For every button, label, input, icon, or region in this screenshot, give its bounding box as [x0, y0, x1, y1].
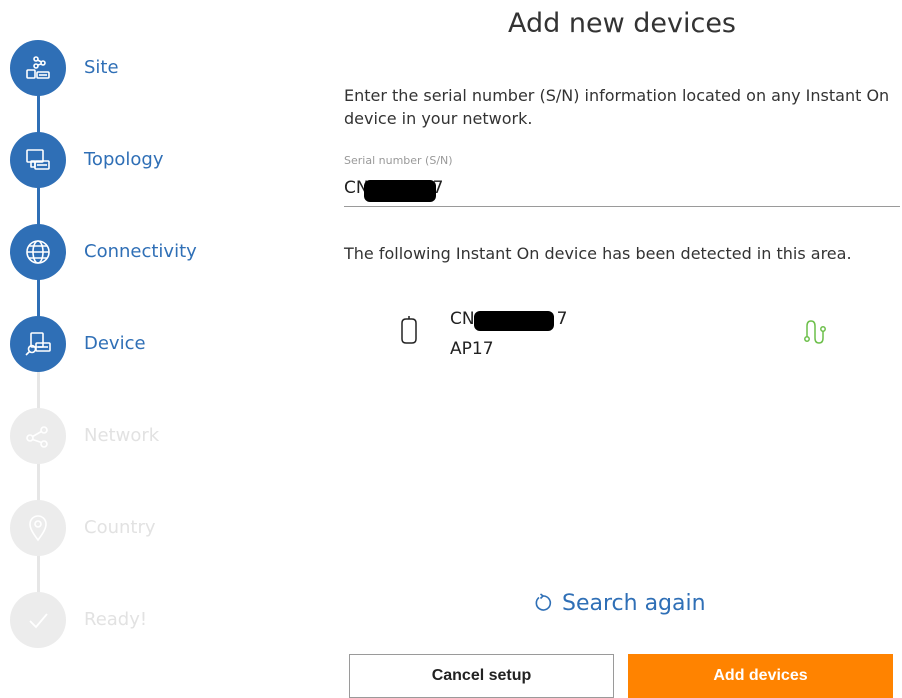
network-share-icon [26, 426, 48, 448]
step-network [10, 408, 66, 464]
setup-stepper: Site Topology Connectivity Device Networ… [0, 0, 300, 698]
globe-icon [26, 240, 50, 264]
detected-device-text: The following Instant On device has been… [344, 244, 852, 263]
checkmark-icon [29, 613, 48, 629]
page-title: Add new devices [508, 8, 736, 39]
step-connectivity[interactable] [10, 224, 66, 280]
step-site[interactable] [10, 40, 66, 96]
topology-icon [26, 149, 50, 170]
step-topology[interactable] [10, 132, 66, 188]
step-label-connectivity[interactable]: Connectivity [84, 242, 197, 262]
step-connector [37, 90, 40, 136]
search-again-button[interactable]: Search again [532, 588, 706, 618]
step-connector [37, 182, 40, 228]
step-country [10, 500, 66, 556]
add-devices-button[interactable]: Add devices [628, 654, 893, 698]
device-search-icon [25, 332, 51, 356]
refresh-icon [535, 593, 552, 611]
step-connector [37, 550, 40, 596]
step-label-ready: Ready! [84, 609, 148, 630]
access-point-icon [401, 316, 417, 344]
cancel-setup-button[interactable]: Cancel setup [349, 654, 614, 698]
search-again-label: Search again [562, 590, 706, 616]
redaction-block [364, 180, 436, 202]
cable-connected-icon [804, 320, 826, 344]
step-label-device[interactable]: Device [84, 334, 146, 354]
serial-number-label: Serial number (S/N) [344, 154, 453, 167]
step-label-topology[interactable]: Topology [84, 150, 163, 170]
instructions-text: Enter the serial number (S/N) informatio… [344, 86, 890, 128]
redaction-block [474, 311, 554, 331]
step-label-country: Country [84, 517, 156, 538]
step-device[interactable] [10, 316, 66, 372]
step-connector [37, 366, 40, 412]
step-connector [37, 274, 40, 320]
step-ready [10, 592, 66, 648]
step-connector [37, 458, 40, 504]
site-icon [26, 56, 50, 79]
device-model: AP17 [450, 339, 494, 359]
location-pin-icon [29, 515, 47, 542]
step-label-site[interactable]: Site [84, 58, 119, 78]
detected-device-row[interactable]: CN 7 AP17 [398, 307, 898, 363]
step-label-network: Network [84, 425, 160, 446]
serial-number-underline [344, 206, 900, 207]
